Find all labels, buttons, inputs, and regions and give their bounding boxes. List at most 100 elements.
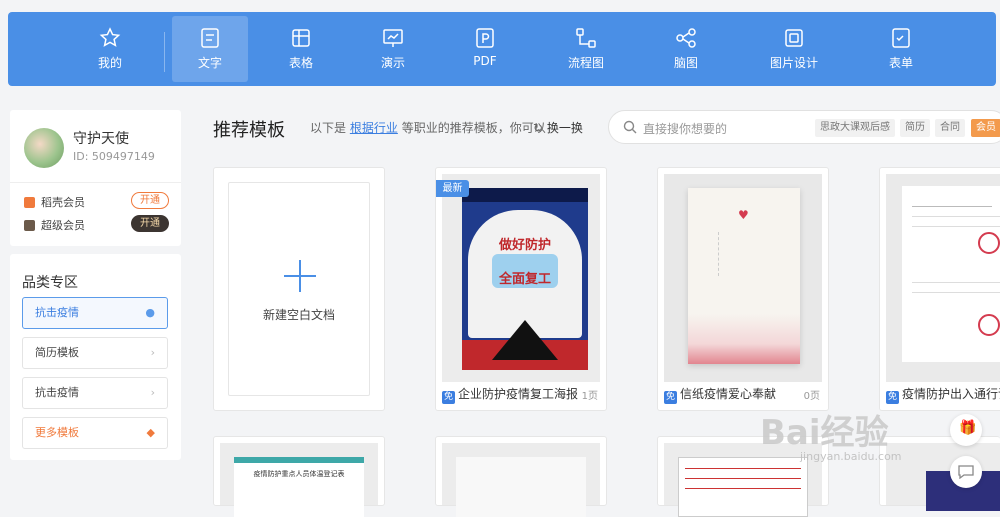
template-card[interactable]: 疫情防护重点人员体温登记表 (213, 436, 385, 517)
search-chip[interactable]: 简历 (900, 119, 930, 137)
category-title: 品类专区 (22, 275, 78, 291)
tab-mindmap[interactable]: 脑图 (648, 16, 724, 82)
open-docer-button[interactable]: 开通 (131, 192, 169, 209)
new-blank-label: 新建空白文档 (262, 308, 335, 322)
category-card: 品类专区 抗击疫情 ● 简历模板 › 抗击疫情 › 更多模板 ◆ (10, 254, 181, 460)
watermark-url: jingyan.baidu.com (800, 450, 902, 463)
template-thumbnail (886, 174, 1000, 382)
membership-label: 超级会员 (41, 219, 85, 232)
user-name: 守护天使 (73, 131, 129, 147)
template-label: 信纸疫情爱心奉献 (680, 387, 777, 401)
template-title: 免信纸疫情爱心奉献 (664, 385, 776, 404)
tab-presentation[interactable]: 演示 (355, 16, 431, 82)
page-count: 1页 (581, 391, 598, 402)
pdf-icon (476, 28, 494, 48)
category-item-epidemic-2[interactable]: 抗击疫情 › (22, 377, 168, 409)
hint-suffix: 等职业的推荐模板，你可以 (401, 121, 546, 135)
search-chip[interactable]: 思政大课观后感 (815, 119, 895, 137)
category-item-resume[interactable]: 简历模板 › (22, 337, 168, 369)
top-toolbar: 我的 文字 表格 演示 PDF 流程图 脑图 图片设计 表单 (8, 12, 996, 86)
user-id: ID: 509497149 (73, 150, 155, 163)
template-thumbnail (442, 443, 600, 517)
baidu-watermark: Bai经验 (760, 413, 889, 453)
mask-icon: ● (145, 306, 155, 319)
tab-form[interactable]: 表单 (863, 16, 939, 82)
form-icon (892, 28, 910, 48)
stamp-icon (978, 314, 1000, 336)
tab-mine[interactable]: 我的 (72, 16, 148, 82)
image-design-icon (785, 29, 803, 47)
template-label: 企业防护疫情复工海报 (458, 387, 579, 401)
category-label: 抗击疫情 (35, 386, 79, 399)
recommend-hint: 以下是 根据行业 等职业的推荐模板，你可以 (310, 119, 546, 136)
avatar[interactable] (24, 128, 64, 168)
flowchart-icon (576, 28, 596, 48)
divider (10, 182, 181, 183)
template-card[interactable]: ♥ 免信纸疫情爱心奉献 0页 (657, 167, 829, 411)
stamp-icon (978, 232, 1000, 254)
tab-label: 流程图 (567, 56, 604, 70)
template-thumbnail: ♥ (664, 174, 822, 382)
chevron-right-icon: › (150, 386, 155, 399)
open-super-button[interactable]: 开通 (131, 215, 169, 232)
tab-label: PDF (473, 54, 497, 68)
template-title: 免企业防护疫情复工海报 (442, 385, 578, 404)
free-badge: 免 (664, 391, 677, 404)
membership-label: 稻壳会员 (41, 196, 85, 209)
tab-label: 表格 (288, 56, 313, 70)
poster-image: 做好防护 全面复工 (462, 188, 588, 370)
template-title: 免疫情防护出入通行证 (886, 385, 1000, 404)
new-badge: 最新 (436, 180, 469, 197)
pass-document-image (902, 186, 1000, 362)
tab-label: 表单 (888, 56, 913, 70)
presentation-icon (383, 29, 403, 47)
category-label: 更多模板 (35, 426, 79, 439)
search-bar[interactable]: 直接搜你想要的 思政大课观后感 简历 合同 会员 (608, 110, 1000, 144)
poster-title-line2: 全面复工 (498, 272, 551, 287)
tab-image-design[interactable]: 图片设计 (756, 16, 832, 82)
tab-spreadsheet[interactable]: 表格 (263, 16, 339, 82)
tab-pdf[interactable]: PDF (447, 16, 523, 82)
mindmap-icon (676, 28, 696, 48)
industry-link[interactable]: 根据行业 (350, 121, 398, 135)
docer-member-icon (24, 197, 35, 208)
table-icon (292, 29, 310, 47)
tab-text[interactable]: 文字 (172, 16, 248, 82)
user-card: 守护天使 ID: 509497149 稻壳会员 开通 超级会员 开通 (10, 110, 181, 246)
tab-label: 演示 (380, 56, 405, 70)
membership-super: 超级会员 (24, 217, 85, 233)
chat-icon (958, 465, 974, 479)
category-label: 抗击疫情 (35, 306, 79, 319)
template-card[interactable] (435, 436, 607, 517)
refresh-button[interactable]: ↻ 换一换 (533, 119, 583, 136)
search-icon (623, 120, 637, 134)
category-label: 简历模板 (35, 346, 79, 359)
refresh-icon: ↻ (533, 121, 544, 135)
template-thumbnail: 做好防护 全面复工 (442, 174, 600, 382)
chevron-right-icon: › (150, 346, 155, 359)
hint-prefix: 以下是 (310, 121, 347, 135)
category-item-epidemic[interactable]: 抗击疫情 ● (22, 297, 168, 329)
search-input[interactable]: 直接搜你想要的 (643, 120, 727, 137)
poster-title-line1: 做好防护 (498, 238, 551, 253)
thumb-title: 疫情防护重点人员体温登记表 (253, 470, 345, 478)
category-item-more[interactable]: 更多模板 ◆ (22, 417, 168, 449)
free-badge: 免 (886, 391, 899, 404)
tab-label: 脑图 (673, 56, 698, 70)
tab-label: 图片设计 (769, 56, 818, 70)
star-icon (99, 27, 121, 47)
tab-flowchart[interactable]: 流程图 (548, 16, 624, 82)
new-blank-document-card[interactable]: 新建空白文档 (213, 167, 385, 411)
template-card[interactable]: 免疫情防护出入通行证 (879, 167, 1000, 411)
template-thumbnail: 疫情防护重点人员体温登记表 (220, 443, 378, 517)
feedback-button[interactable] (950, 456, 982, 488)
search-chip[interactable]: 合同 (935, 119, 965, 137)
toolbar-divider (164, 32, 165, 72)
super-member-icon (24, 220, 35, 231)
refresh-label: 换一换 (546, 121, 583, 135)
more-icon: ◆ (146, 426, 155, 439)
search-chip[interactable]: 会员 (971, 119, 1000, 137)
template-card[interactable]: 做好防护 全面复工 最新 免企业防护疫情复工海报 1页 (435, 167, 607, 411)
form-document-image: 疫情防护重点人员体温登记表 (234, 457, 364, 517)
page-count: 0页 (803, 391, 820, 402)
